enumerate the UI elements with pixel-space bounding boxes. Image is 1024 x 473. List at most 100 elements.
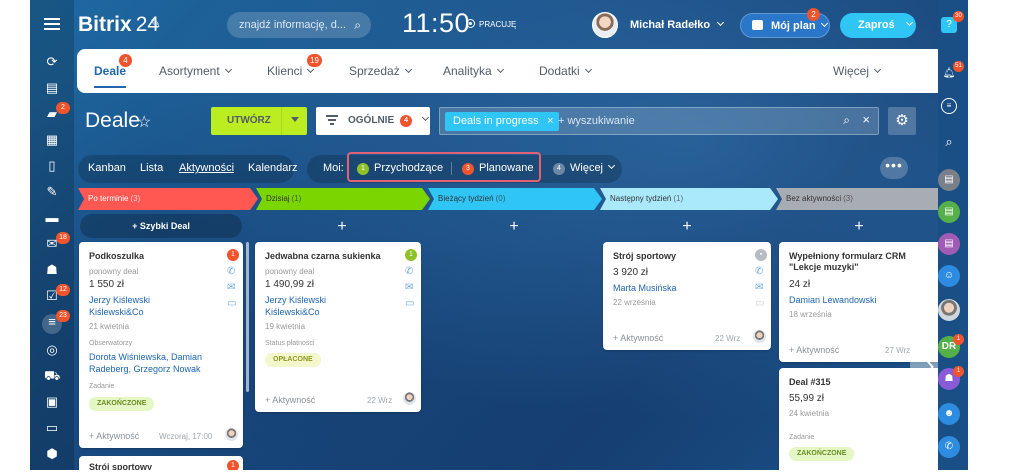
add-deal-nastepny[interactable]: + [600, 219, 774, 235]
nav-analityka[interactable]: Analityka [443, 64, 504, 78]
documents-icon[interactable]: ▯ [44, 158, 60, 174]
contact-link[interactable]: Marta Musińska [613, 282, 677, 295]
star-icon[interactable]: ☆ [137, 112, 151, 132]
dr-badge: 1 [953, 334, 964, 345]
phone-icon[interactable]: ✆ [227, 266, 235, 277]
deal-title[interactable]: Jedwabna czarna sukienka [265, 251, 381, 261]
avatar[interactable] [592, 12, 618, 38]
deal-title[interactable]: Strój sportowy [613, 251, 676, 261]
deal-card-stroj[interactable]: Strój sportowy 1 [79, 456, 243, 470]
mail-icon[interactable]: ✉ [405, 282, 413, 293]
mail-icon[interactable]: ✉ [755, 282, 763, 293]
remove-pill-icon[interactable]: × [547, 112, 553, 131]
view-kanban[interactable]: Kanban [88, 162, 126, 174]
add-deal-bez[interactable]: + [776, 219, 942, 235]
calendar-icon[interactable]: ▦ [44, 132, 60, 148]
responsible-avatar[interactable] [753, 330, 766, 343]
whatsapp-icon[interactable]: ▤ [938, 201, 960, 223]
payment-label: Status płatności [265, 340, 315, 347]
menu-icon[interactable] [44, 18, 60, 30]
deal-card-sukienka[interactable]: Jedwabna czarna sukienka 1 ponowny deal … [255, 242, 421, 412]
mail-icon[interactable]: ✉ [227, 282, 235, 293]
stage-nastepny-tydzien[interactable]: Następny tydzień (1) [600, 188, 778, 210]
target-icon[interactable]: ◎ [44, 342, 60, 358]
quick-deal-button[interactable]: + Szybki Deal [80, 214, 242, 238]
stage-biezacy-tydzien[interactable]: Bieżący tydzień (0) [428, 188, 602, 210]
company-link[interactable]: Kiślewski&Co [89, 306, 144, 319]
sites-icon[interactable]: ▭ [44, 420, 60, 436]
responsible-avatar[interactable] [403, 392, 416, 405]
stage-dzisiaj[interactable]: Dzisiaj (1) [256, 188, 430, 210]
drive-icon[interactable]: ▬ [44, 210, 60, 226]
contact-center-icon[interactable]: ▣ [44, 394, 60, 410]
group-chat-icon[interactable]: ▤ [938, 233, 960, 255]
add-deal-biezacy[interactable]: + [428, 219, 600, 235]
phone-icon[interactable]: ✆ [755, 266, 763, 277]
settings-gear-icon[interactable]: ⚙ [888, 107, 916, 135]
nav-more[interactable]: Więcej [833, 64, 882, 78]
stage-po-terminie[interactable]: Po terminie (3) [78, 188, 258, 210]
deal-title[interactable]: Strój sportowy [89, 462, 152, 470]
filter-search-field[interactable]: Deals in progress × + wyszukiwanie ⌕ × [439, 107, 879, 135]
contact-avatar[interactable] [938, 299, 960, 321]
sign-icon[interactable]: ✎ [44, 184, 60, 200]
filter-pill[interactable]: Deals in progress × [445, 112, 559, 131]
phone-icon[interactable]: ✆ [405, 266, 413, 277]
invite-button[interactable]: Zaproś [840, 13, 916, 38]
view-aktywnosci[interactable]: Aktywności [179, 162, 234, 174]
chat-icon[interactable]: ▭ [227, 298, 236, 309]
feed-icon[interactable]: ▤ [44, 80, 60, 96]
company-link[interactable]: Kiślewski&Co [265, 306, 320, 319]
user-status-icon[interactable]: ☻ [938, 403, 960, 425]
crm-top-nav: Deale 4 Asortyment Klienci 19 Sprzedaż A… [77, 49, 944, 93]
activity-stream-icon[interactable]: ⟳ [44, 54, 60, 70]
add-activity-link[interactable]: + Aktywność [613, 333, 663, 343]
edit-pen-icon[interactable]: ✎ [150, 16, 161, 32]
deal-title-2[interactable]: "Lekcje muzyki" [789, 262, 859, 272]
cart-icon[interactable]: ⛟ [44, 368, 60, 384]
nav-sprzedaz[interactable]: Sprzedaż [349, 64, 412, 78]
logo[interactable]: Bitrix 24 [78, 13, 159, 37]
deal-subtitle: ponowny deal [89, 267, 139, 276]
general-chat-icon[interactable]: ☺ [938, 265, 960, 287]
scrollbar[interactable] [246, 242, 249, 392]
nav-klienci[interactable]: Klienci [267, 64, 315, 78]
deal-title[interactable]: Podkoszulka [89, 251, 144, 261]
add-deal-dzisiaj[interactable]: + [256, 219, 428, 235]
nav-asortyment[interactable]: Asortyment [159, 64, 232, 78]
add-activity-link[interactable]: + Aktywność [265, 395, 315, 405]
search-icon[interactable]: ⌕ [843, 113, 850, 128]
nav-dodatki[interactable]: Dodatki [539, 64, 592, 78]
observers-link-2[interactable]: Radeberg, Grzegorz Nowak [89, 363, 201, 376]
messenger-icon[interactable]: ≡ [941, 98, 957, 114]
add-activity-link[interactable]: + Aktywność [789, 345, 839, 355]
create-button[interactable]: UTWÓRZ [211, 107, 307, 135]
filter-preset-button[interactable]: OGÓLNIE 4 [316, 107, 430, 135]
work-status-button[interactable]: PRACUJĘ [466, 19, 516, 29]
chat-icon[interactable]: ▭ [405, 298, 414, 309]
more-actions-icon[interactable]: ••• [880, 157, 908, 179]
more-filter[interactable]: 4 Więcej [553, 161, 616, 175]
store-icon[interactable]: ⬢ [44, 446, 60, 462]
chat-icon[interactable]: ▭ [755, 298, 764, 309]
contact-link[interactable]: Damian Lewandowski [789, 294, 877, 307]
deal-title[interactable]: Wypełniony formularz CRM [789, 251, 906, 261]
user-name[interactable]: Michał Radełko [630, 18, 725, 31]
observers-label: Obserwatorzy [89, 340, 133, 347]
employees-icon[interactable]: ☗ [44, 262, 60, 278]
open-line-icon[interactable]: ▤ [938, 169, 960, 191]
clear-icon[interactable]: × [862, 112, 870, 127]
view-lista[interactable]: Lista [140, 162, 163, 174]
deal-date: 24 kwietnia [789, 409, 830, 418]
global-search-input[interactable]: znajdź informację, d... ⌕ [227, 12, 371, 38]
deal-card-stroj-sportowy[interactable]: Strój sportowy ▪ 3 920 zł Marta Musińska… [603, 242, 771, 350]
responsible-avatar[interactable] [225, 428, 238, 441]
view-kalendarz[interactable]: Kalendarz [248, 162, 298, 174]
create-dropdown[interactable] [281, 107, 307, 135]
phone-icon[interactable]: ✆ [938, 436, 960, 458]
deal-card-podkoszulka[interactable]: Podkoszulka 1 ponowny deal 1 550 zł Jerz… [79, 242, 243, 448]
add-activity-link[interactable]: + Aktywność [89, 431, 139, 441]
filter-badge: 4 [400, 115, 413, 127]
search-icon[interactable]: ⌕ [938, 131, 960, 153]
deal-title[interactable]: Deal #315 [789, 377, 831, 387]
